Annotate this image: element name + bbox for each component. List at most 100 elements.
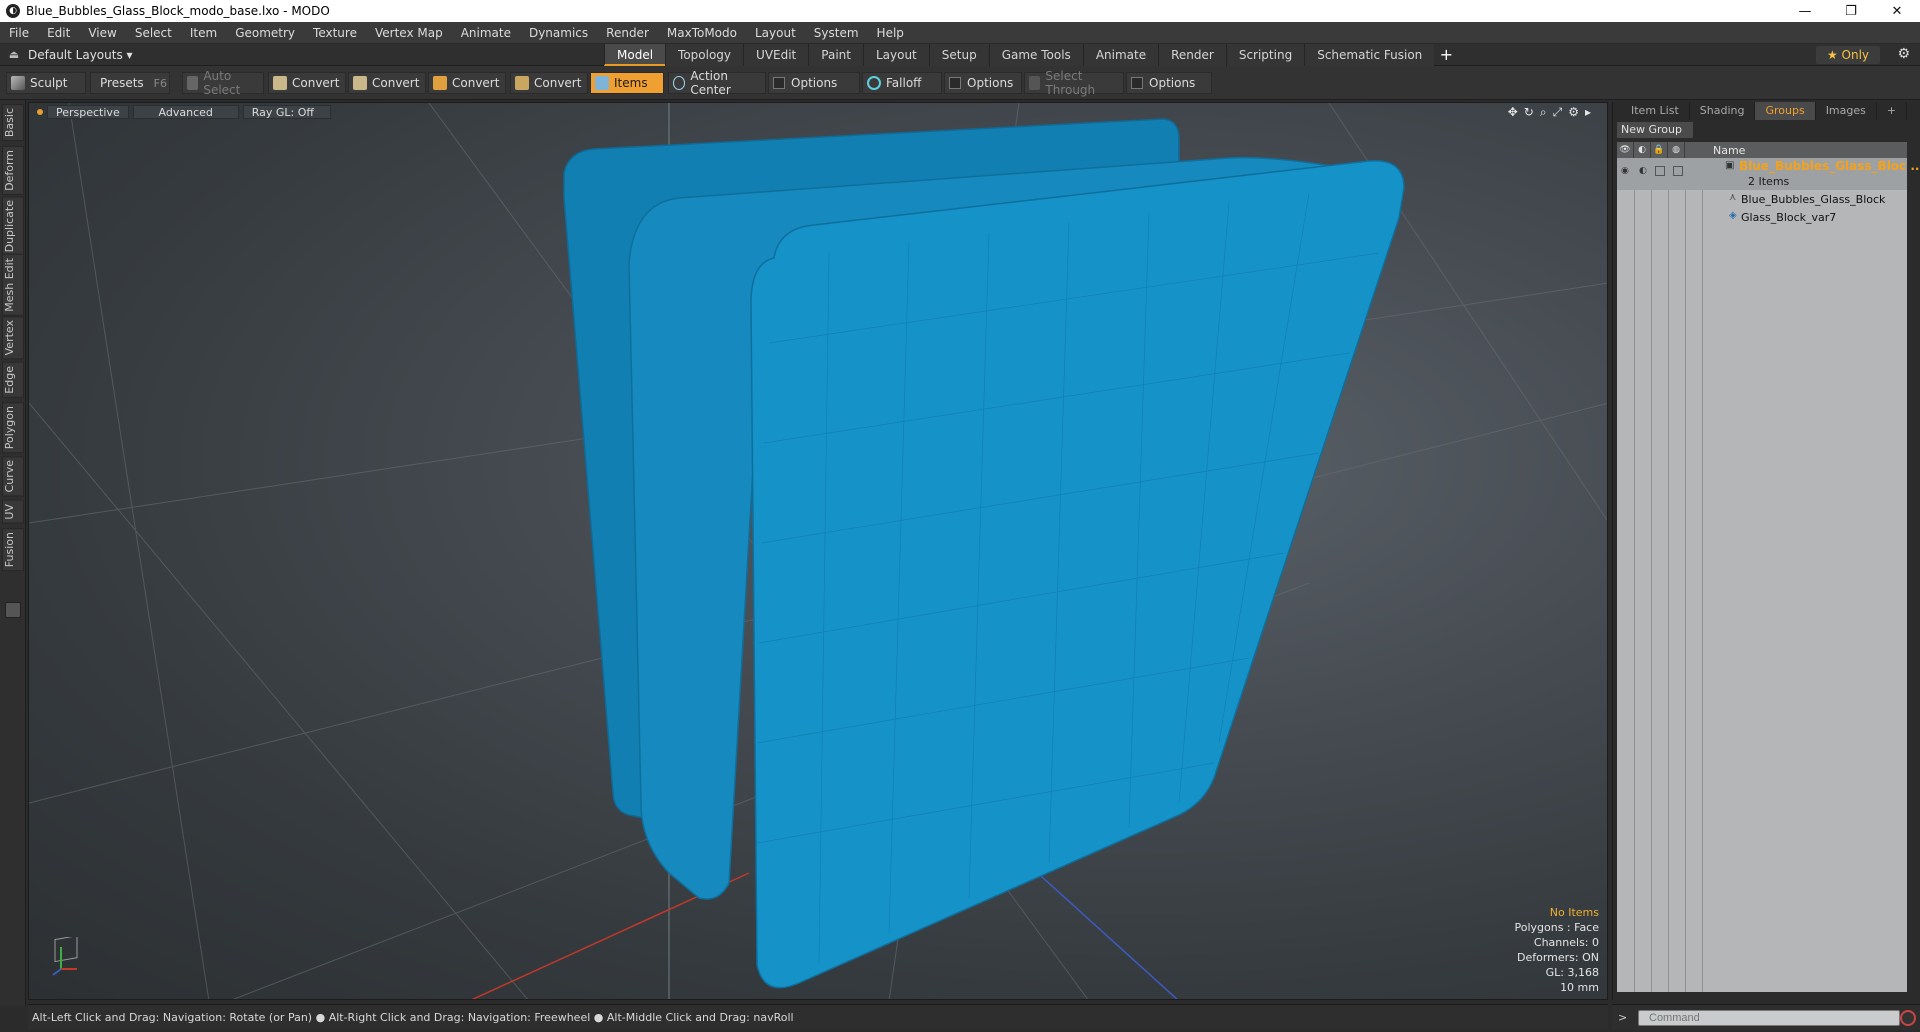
raygl-dropdown[interactable]: Ray GL: Off	[242, 105, 331, 119]
advanced-dropdown[interactable]: Advanced	[132, 105, 239, 119]
minimize-button[interactable]: —	[1782, 0, 1828, 22]
viewport-menu-dot[interactable]	[37, 109, 43, 115]
menu-view[interactable]: View	[79, 26, 125, 40]
menu-file[interactable]: File	[0, 26, 38, 40]
tab-render[interactable]: Render	[1158, 44, 1226, 66]
tab-setup[interactable]: Setup	[928, 44, 989, 66]
only-toggle[interactable]: ★ Only	[1816, 46, 1880, 64]
tab-model[interactable]: Model	[604, 44, 666, 66]
group-name[interactable]: Blue_Bubbles_Glass_Bloc ...	[1739, 159, 1920, 173]
action-center-options[interactable]: Options	[768, 72, 860, 94]
tab-shading[interactable]: Shading	[1690, 102, 1756, 120]
tab-scripting[interactable]: Scripting	[1225, 44, 1305, 66]
fit-icon[interactable]: ⤢	[1553, 105, 1563, 120]
convert-polygons-button[interactable]: Convert	[428, 72, 506, 94]
lock-column-icon[interactable]: 🔒	[1651, 142, 1668, 158]
convert-materials-button[interactable]: Convert	[510, 72, 588, 94]
layouts-dropdown[interactable]: Default Layouts ▾	[28, 48, 133, 62]
menu-edit[interactable]: Edit	[38, 26, 79, 40]
menu-select[interactable]: Select	[126, 26, 181, 40]
rotate-icon[interactable]: ↻	[1524, 105, 1534, 120]
action-center-button[interactable]: Action Center	[668, 69, 766, 97]
add-panel-tab-button[interactable]: +	[1877, 102, 1908, 120]
group-child-name[interactable]: Glass_Block_var7	[1741, 211, 1836, 224]
new-group-button[interactable]: New Group	[1617, 122, 1693, 138]
select-through-button[interactable]: Select Through	[1024, 69, 1124, 97]
zoom-icon[interactable]: ⌕	[1540, 105, 1547, 120]
group-visibility-icon[interactable]: ◉	[1621, 166, 1629, 176]
select-column-icon[interactable]: ◍	[1668, 142, 1685, 158]
menu-animate[interactable]: Animate	[452, 26, 520, 40]
tab-game-tools[interactable]: Game Tools	[988, 44, 1083, 66]
menu-texture[interactable]: Texture	[304, 26, 366, 40]
perspective-dropdown[interactable]: Perspective	[47, 105, 129, 119]
name-column-header[interactable]: Name	[1685, 144, 1745, 157]
convert-edges-button[interactable]: Convert	[348, 72, 426, 94]
tab-topology[interactable]: Topology	[665, 44, 744, 66]
command-input[interactable]	[1638, 1010, 1900, 1026]
layout-switch-icon[interactable]: ⏏	[0, 48, 28, 61]
visibility-column-icon[interactable]: 👁	[1617, 142, 1634, 158]
options-checkbox[interactable]	[773, 77, 785, 89]
group-child-name[interactable]: Blue_Bubbles_Glass_Block	[1741, 193, 1885, 206]
tab-animate[interactable]: Animate	[1082, 44, 1159, 66]
viewport-nav-icons: ✥ ↻ ⌕ ⤢ ⚙ ▸	[1508, 105, 1591, 120]
pan-icon[interactable]: ✥	[1508, 105, 1518, 120]
menu-render[interactable]: Render	[597, 26, 658, 40]
falloff-options[interactable]: Options	[944, 72, 1022, 94]
tab-curve[interactable]: Curve	[2, 456, 24, 497]
tab-fusion[interactable]: Fusion	[2, 528, 24, 572]
menu-system[interactable]: System	[805, 26, 868, 40]
command-history-button[interactable]	[1900, 1010, 1916, 1026]
group-row[interactable]: ◉ ◐ ▣ Blue_Bubbles_Glass_Bloc ... 2 Item…	[1617, 158, 1920, 190]
grid-scale-info: 10 mm	[1560, 981, 1599, 994]
sculpt-icon	[11, 76, 25, 90]
add-tab-button[interactable]: +	[1434, 44, 1458, 66]
group-render-icon[interactable]: ◐	[1639, 166, 1647, 176]
group-lock-toggle[interactable]	[1655, 166, 1665, 176]
tab-deform[interactable]: Deform	[2, 146, 24, 195]
tab-duplicate[interactable]: Duplicate	[2, 196, 24, 257]
panel-toggle-button[interactable]	[5, 602, 21, 618]
menu-geometry[interactable]: Geometry	[226, 26, 304, 40]
tab-uvedit[interactable]: UVEdit	[743, 44, 809, 66]
list-item[interactable]: ⋏ Blue_Bubbles_Glass_Block	[1617, 192, 1907, 208]
gear-icon[interactable]: ⚙	[1897, 46, 1910, 62]
menu-dynamics[interactable]: Dynamics	[520, 26, 597, 40]
menu-layout[interactable]: Layout	[746, 26, 805, 40]
tab-mesh-edit[interactable]: Mesh Edit	[2, 254, 24, 316]
list-item[interactable]: ◈ Glass_Block_var7	[1617, 210, 1907, 226]
tab-paint[interactable]: Paint	[808, 44, 863, 66]
tab-groups[interactable]: Groups	[1755, 102, 1816, 120]
tab-layout[interactable]: Layout	[862, 44, 929, 66]
options-checkbox[interactable]	[1131, 77, 1143, 89]
tab-vertex[interactable]: Vertex	[2, 316, 24, 360]
viewport-settings-icon[interactable]: ⚙	[1568, 105, 1579, 120]
items-mode-button[interactable]: Items	[590, 72, 664, 94]
falloff-button[interactable]: Falloff	[862, 72, 942, 94]
3d-viewport[interactable]: Perspective Advanced Ray GL: Off ✥ ↻ ⌕ ⤢…	[28, 102, 1608, 1000]
auto-select-button[interactable]: Auto Select	[182, 69, 264, 97]
tab-edge[interactable]: Edge	[2, 362, 24, 398]
maximize-button[interactable]: ❐	[1828, 0, 1874, 22]
menu-maxtomodo[interactable]: MaxToModo	[658, 26, 746, 40]
render-column-icon[interactable]: ◐	[1634, 142, 1651, 158]
tab-uv[interactable]: UV	[2, 500, 24, 524]
tab-item-list[interactable]: Item List	[1613, 102, 1690, 120]
tab-polygon[interactable]: Polygon	[2, 402, 24, 454]
convert-vertices-button[interactable]: Convert	[268, 72, 346, 94]
presets-button[interactable]: Presets F6	[90, 72, 170, 94]
column-divider	[1668, 158, 1669, 992]
menu-help[interactable]: Help	[868, 26, 913, 40]
tab-basic[interactable]: Basic	[2, 104, 24, 142]
tab-schematic-fusion[interactable]: Schematic Fusion	[1304, 44, 1435, 66]
expand-arrow-icon[interactable]: ▸	[1585, 105, 1591, 120]
close-button[interactable]: ✕	[1874, 0, 1920, 22]
menu-vertex-map[interactable]: Vertex Map	[366, 26, 452, 40]
select-through-options[interactable]: Options	[1126, 72, 1212, 94]
menu-item[interactable]: Item	[181, 26, 226, 40]
tab-images[interactable]: Images	[1816, 102, 1877, 120]
sculpt-button[interactable]: Sculpt	[6, 72, 86, 94]
options-checkbox[interactable]	[949, 77, 961, 89]
group-select-toggle[interactable]	[1673, 166, 1683, 176]
